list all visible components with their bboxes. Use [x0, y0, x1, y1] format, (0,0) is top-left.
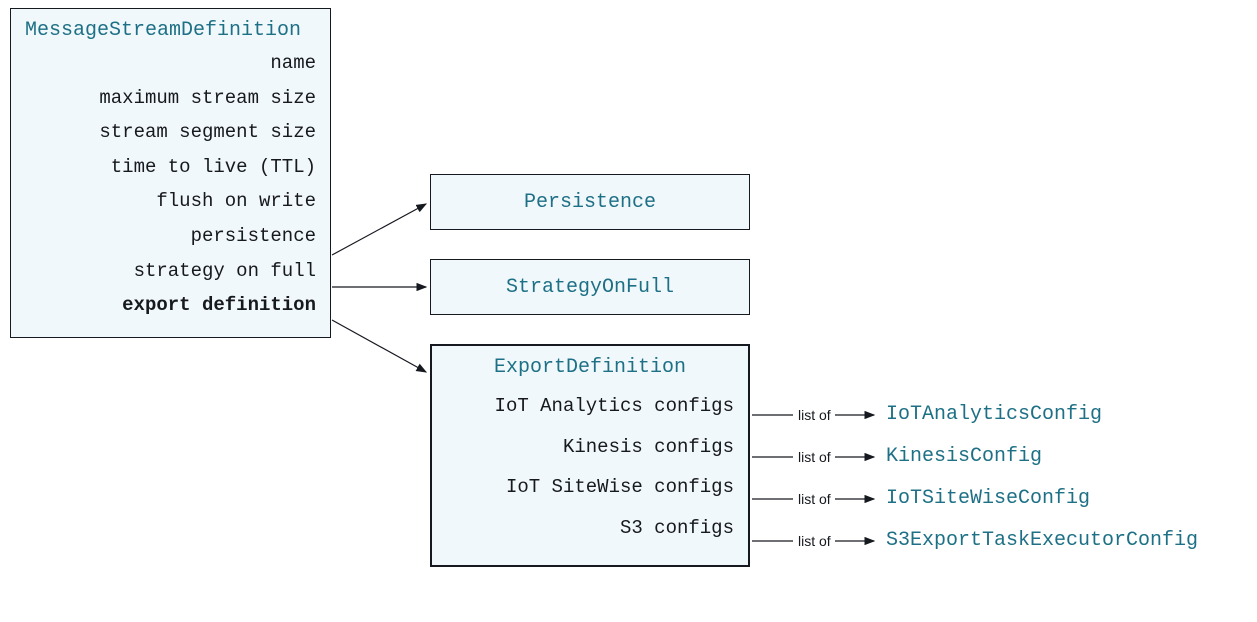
list-of-label-2: list of	[798, 449, 831, 465]
msd-title: MessageStreamDefinition	[25, 19, 316, 42]
list-of-label-4: list of	[798, 533, 831, 549]
msd-prop-stream-segment-size: stream segment size	[25, 119, 316, 146]
persistence-box: Persistence	[430, 174, 750, 230]
config-iot-analytics: IoTAnalyticsConfig	[886, 403, 1102, 426]
msd-prop-flush-on-write: flush on write	[25, 188, 316, 215]
export-definition-box: ExportDefinition IoT Analytics configs K…	[430, 344, 750, 567]
config-iot-sitewise: IoTSiteWiseConfig	[886, 487, 1090, 510]
arrow-msd-export	[332, 320, 426, 372]
export-definition-title: ExportDefinition	[446, 356, 734, 379]
msd-prop-max-stream-size: maximum stream size	[25, 85, 316, 112]
strategy-on-full-label: StrategyOnFull	[506, 270, 674, 305]
list-of-label-1: list of	[798, 407, 831, 423]
msd-prop-export-definition: export definition	[25, 292, 316, 319]
export-prop-s3: S3 configs	[446, 515, 734, 542]
config-s3-export: S3ExportTaskExecutorConfig	[886, 529, 1198, 552]
msd-prop-strategy-on-full: strategy on full	[25, 258, 316, 285]
export-prop-iot-sitewise: IoT SiteWise configs	[446, 474, 734, 501]
msd-prop-name: name	[25, 50, 316, 77]
msd-prop-ttl: time to live (TTL)	[25, 154, 316, 181]
persistence-label: Persistence	[524, 185, 656, 220]
msd-box: MessageStreamDefinition name maximum str…	[10, 8, 331, 338]
list-of-label-3: list of	[798, 491, 831, 507]
export-prop-kinesis: Kinesis configs	[446, 434, 734, 461]
arrow-msd-persistence	[332, 204, 426, 255]
config-kinesis: KinesisConfig	[886, 445, 1042, 468]
strategy-on-full-box: StrategyOnFull	[430, 259, 750, 315]
msd-prop-persistence: persistence	[25, 223, 316, 250]
export-prop-iot-analytics: IoT Analytics configs	[446, 393, 734, 420]
